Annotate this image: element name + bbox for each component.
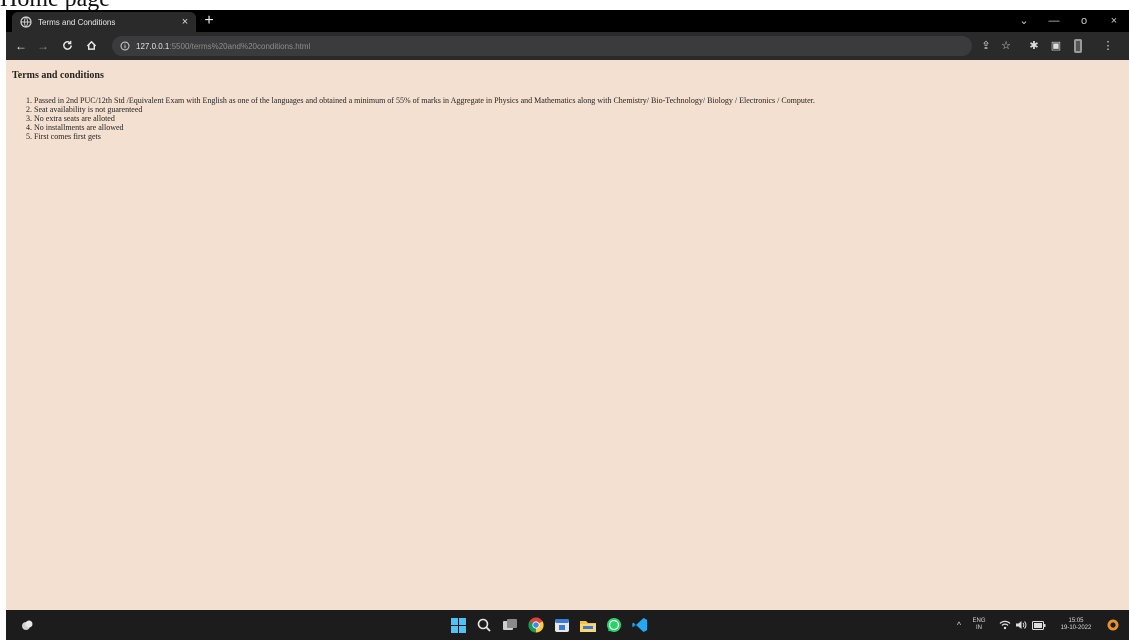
tab-strip: Terms and Conditions × + ⌄ — o × — [6, 10, 1129, 32]
battery-icon[interactable] — [1030, 616, 1048, 634]
bookmark-star-icon[interactable]: ☆ — [998, 37, 1014, 55]
restore-icon[interactable]: o — [1070, 10, 1098, 32]
url-host: 127.0.0.1 — [136, 41, 170, 51]
share-icon[interactable]: ⇪ — [978, 37, 994, 55]
site-info-icon[interactable] — [120, 41, 130, 51]
keyboard-language[interactable]: ENG IN — [970, 618, 988, 632]
page-content: Terms and conditions Passed in 2nd PUC/1… — [6, 60, 1129, 610]
vscode-icon[interactable] — [631, 616, 649, 634]
terms-list: Passed in 2nd PUC/12th Std /Equivalent E… — [6, 96, 1129, 141]
list-item: No extra seats are alloted — [34, 114, 1129, 123]
tab-close-icon[interactable]: × — [178, 16, 192, 28]
list-item: No installments are allowed — [34, 123, 1129, 132]
clock[interactable]: 15:05 19-10-2022 — [1054, 618, 1098, 632]
page-title: Terms and conditions — [12, 70, 104, 81]
taskbar: ^ ENG IN 15:05 19-10-2022 — [6, 610, 1129, 640]
menu-kebab-icon[interactable]: ⋮ — [1100, 37, 1116, 55]
language-code: ENG — [972, 618, 986, 624]
list-item: Passed in 2nd PUC/12th Std /Equivalent E… — [34, 96, 1129, 105]
list-item: First comes first gets — [34, 132, 1129, 141]
back-icon[interactable]: ← — [12, 37, 30, 55]
tab-title: Terms and Conditions — [38, 17, 116, 27]
profile-avatar[interactable] — [1070, 37, 1086, 55]
side-panel-icon[interactable]: ▣ — [1048, 37, 1064, 55]
whatsapp-icon[interactable] — [605, 616, 623, 634]
chrome-icon[interactable] — [527, 616, 545, 634]
extensions-icon[interactable]: ✱ — [1026, 37, 1042, 55]
home-icon[interactable] — [82, 37, 100, 55]
tab-terms[interactable]: Terms and Conditions × — [12, 12, 196, 32]
clock-time: 15:05 — [1068, 618, 1084, 624]
minimize-icon[interactable]: — — [1040, 10, 1068, 32]
task-view-icon[interactable] — [501, 616, 519, 634]
start-icon[interactable] — [449, 616, 467, 634]
clock-date: 19-10-2022 — [1060, 625, 1092, 631]
file-explorer-icon[interactable] — [579, 616, 597, 634]
address-bar[interactable]: 127.0.0.1:5500/terms%20and%20conditions.… — [112, 36, 972, 56]
document-caption: Home page — [0, 0, 110, 11]
globe-icon — [20, 16, 32, 28]
volume-icon[interactable] — [1012, 616, 1030, 634]
region-code: IN — [976, 625, 982, 631]
tab-search-icon[interactable]: ⌄ — [1010, 10, 1038, 32]
browser-window: Terms and Conditions × + ⌄ — o × ← → 127… — [6, 10, 1129, 640]
browser-toolbar: ← → 127.0.0.1:5500/terms%20and%20conditi… — [6, 32, 1129, 60]
search-icon[interactable] — [475, 616, 493, 634]
forward-icon[interactable]: → — [34, 37, 52, 55]
tray-overflow-icon[interactable]: ^ — [950, 616, 968, 634]
notification-icon[interactable] — [1104, 616, 1122, 634]
url-path: :5500/terms%20and%20conditions.html — [169, 41, 311, 51]
weather-widget-icon[interactable] — [18, 616, 36, 634]
close-window-icon[interactable]: × — [1100, 10, 1128, 32]
new-tab-button[interactable]: + — [200, 11, 218, 31]
calendar-app-icon[interactable] — [553, 616, 571, 634]
reload-icon[interactable] — [58, 37, 76, 55]
list-item: Seat availability is not guarenteed — [34, 105, 1129, 114]
